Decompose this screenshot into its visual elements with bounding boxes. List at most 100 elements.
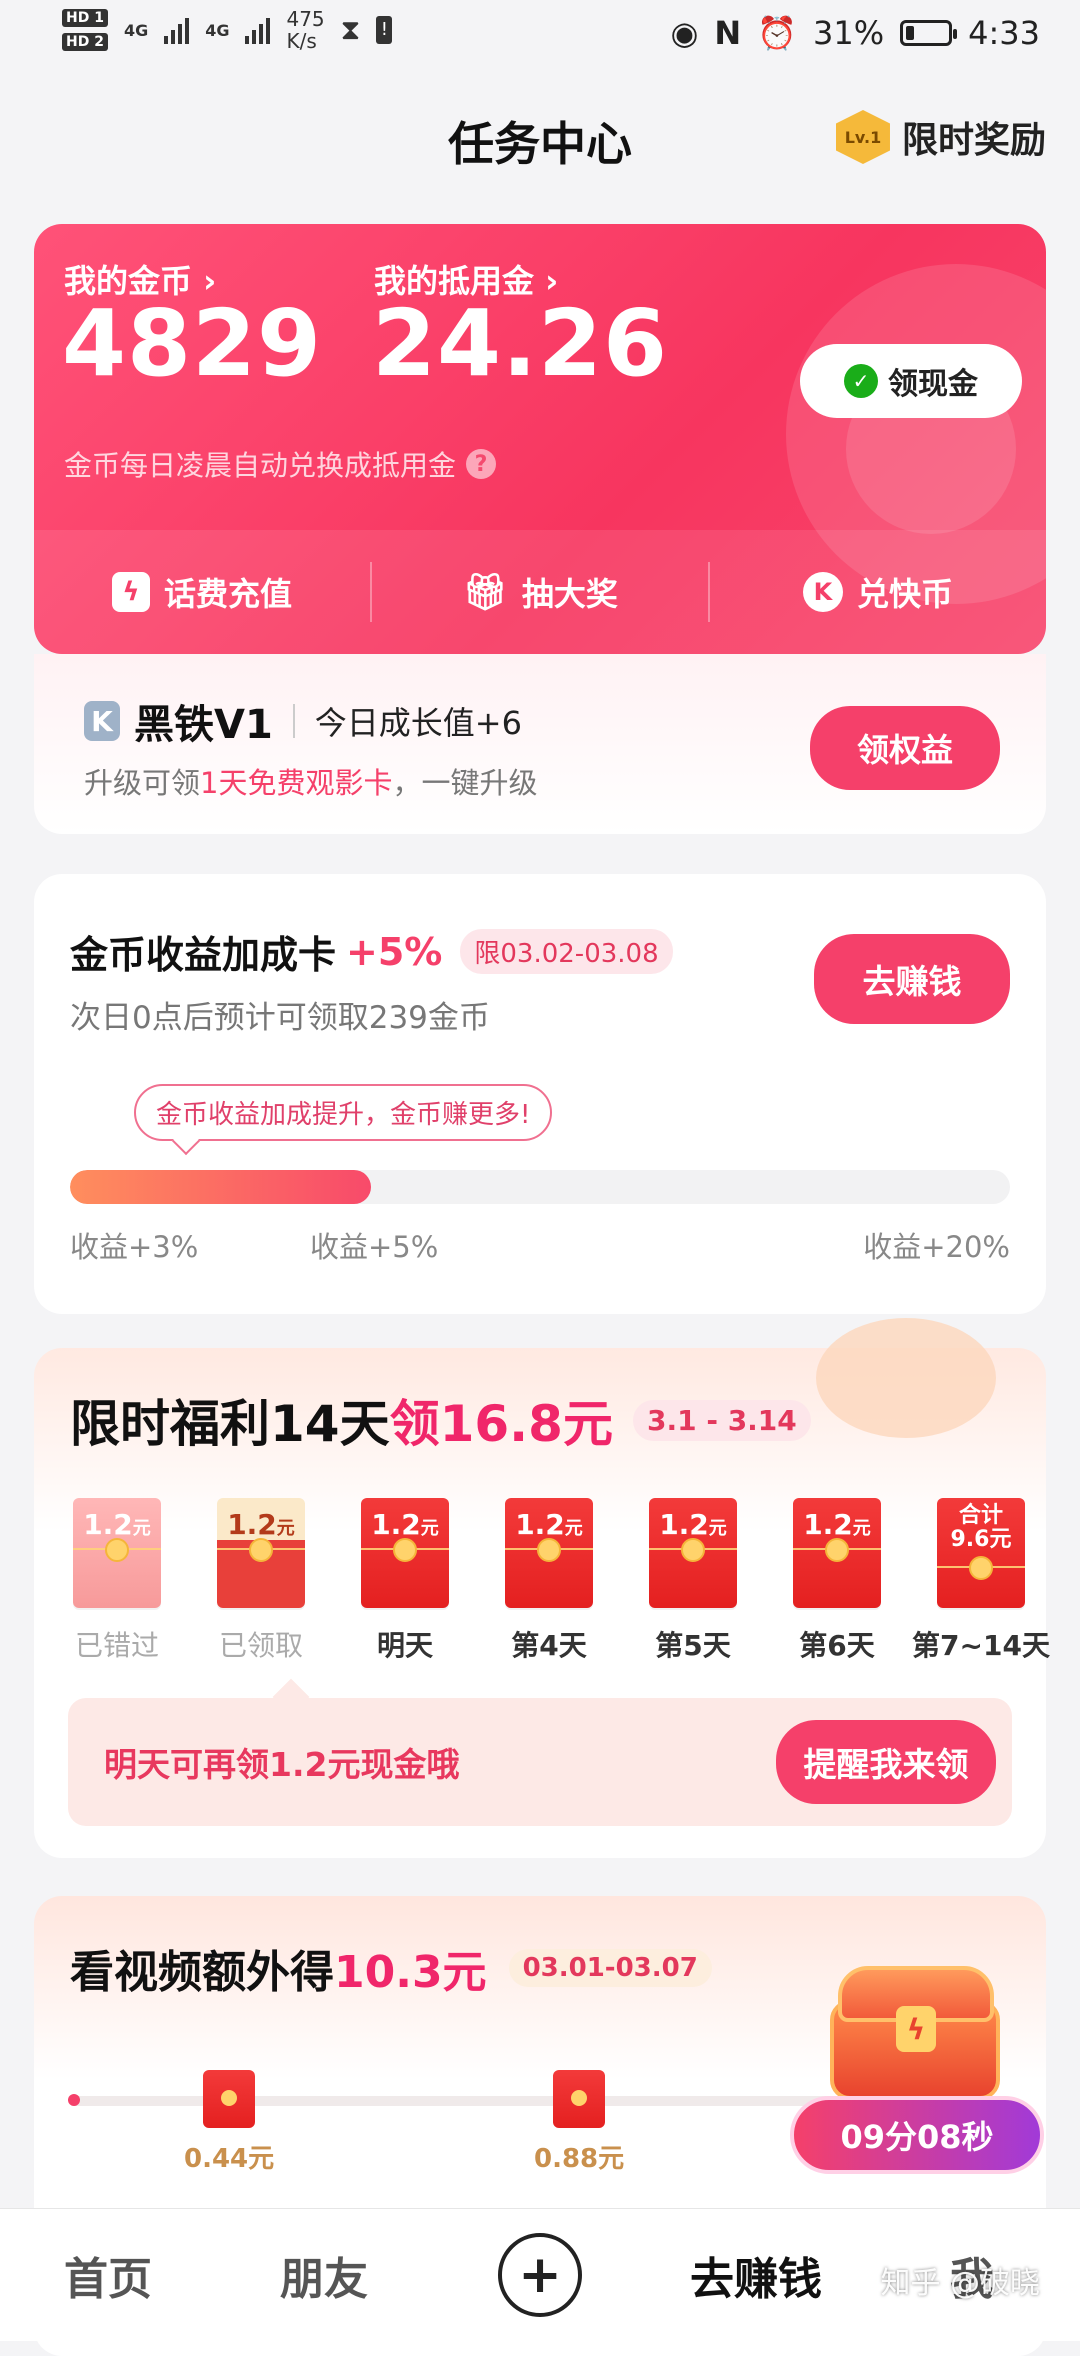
video-date-tag: 03.01-03.07 [508,1949,712,1987]
welfare-day[interactable]: 1.2元已领取 [198,1498,324,1664]
sim-indicators: HD 1 HD 2 [62,9,108,51]
eye-icon: ◉ [670,14,699,52]
video-title-amount: 10.3元 [334,1947,487,1998]
vip-growth: 今日成长值+6 [314,704,522,742]
coins-value: 4829 [62,290,323,397]
welfare-day-label: 第4天 [511,1629,587,1662]
sim2-label: HD 2 [62,33,108,51]
vip-sub-suffix: ，一键升级 [392,766,538,800]
nav-earn[interactable]: 去赚钱 [648,2243,864,2307]
alert-icon: ! [376,16,393,44]
welfare-day[interactable]: 1.2元第5天 [630,1498,756,1664]
video-reward-2[interactable]: 0.88元 [534,2070,624,2175]
envelope-amount-value: 1.2 [371,1508,421,1541]
welfare-days: 1.2元 已错过 1.2元 已领取 1.2元 明天 1.2元 第4天 1.2元 第5天 1.2元 第6… [54,1498,1050,1664]
chest-lock-icon: ϟ [896,2006,936,2052]
network-2-label: 4G [205,20,230,40]
welfare-message: 明天可再领1.2元现金哦 [104,1745,460,1784]
red-envelope-icon: 1.2元 [505,1498,593,1608]
boost-subtitle: 次日0点后预计可领取239金币 [70,1000,490,1036]
coin-icon [825,1538,849,1562]
claim-benefits-button[interactable]: 领权益 [810,706,1000,790]
battery-fill [906,26,915,40]
network-1-label: 4G [123,20,149,40]
nav-friends[interactable]: 朋友 [216,2243,432,2307]
welfare-day[interactable]: 1.2元已错过 [54,1498,180,1664]
video-reward-1-amount: 0.44元 [184,2144,275,2174]
coin-icon [105,1538,129,1562]
video-reward-1[interactable]: 0.44元 [184,2070,274,2175]
red-envelope-icon: 合计 9.6元 [937,1498,1025,1608]
boost-tick-20: 收益+20% [863,1230,1010,1264]
remind-me-button[interactable]: 提醒我来领 [776,1720,996,1804]
divider [292,704,295,738]
envelope-amount-unit: 元 [276,1518,295,1539]
boost-title-text: 金币收益加成卡 [70,933,337,977]
envelope-amount-value: 1.2 [803,1508,853,1541]
welfare-title-amount: 领16.8元 [389,1395,613,1453]
red-envelope-icon [203,2070,256,2128]
red-envelope-icon: 1.2元 [217,1498,305,1608]
k-logo-icon: K [84,701,120,741]
treasure-chest-icon[interactable]: ϟ [820,1960,1020,2110]
welfare-day-label: 第5天 [655,1629,731,1662]
video-progress-dot [68,2094,80,2106]
envelope-amount-unit: 元 [708,1518,727,1539]
vip-sub-prefix: 升级可领 [84,766,201,800]
envelope-amount-value: 1.2 [659,1508,709,1541]
go-earn-button[interactable]: 去赚钱 [814,934,1010,1024]
withdraw-cash-label: 领现金 [888,367,978,402]
red-envelope-icon: 1.2元 [361,1498,449,1608]
status-bar: HD 1 HD 2 4G 4G 475 K/s ⧗ ! ◉ N ⏰ 31% 4:… [0,0,1080,72]
alarm-icon: ⏰ [757,14,798,52]
welfare-day-label: 已错过 [74,1629,159,1662]
lottery-button[interactable]: 🎁︎ 抽大奖 [372,569,708,615]
nav-home[interactable]: 首页 [0,2243,216,2307]
withdraw-cash-button[interactable]: ✓ 领现金 [800,344,1022,418]
clock: 4:33 [968,14,1040,52]
red-envelope-icon [553,2070,606,2128]
welfare-date-tag: 3.1 - 3.14 [632,1399,811,1441]
welfare-day[interactable]: 合计 9.6元第7~14天 [912,1498,1050,1664]
welfare-day-label: 明天 [376,1629,433,1662]
boost-tick-3: 收益+3% [70,1230,199,1264]
welfare-title-text: 限时福利14天 [70,1395,390,1453]
exchange-kcoin-label: 兑快币 [856,575,953,613]
welfare-day[interactable]: 1.2元第4天 [486,1498,612,1664]
welfare-day-label: 第7~14天 [912,1629,1050,1662]
envelope-amount: 1.2元 [73,1508,161,1541]
envelope-amount-unit: 元 [852,1518,871,1539]
welfare-card: 限时福利14天 领16.8元 3.1 - 3.14 1.2元 已错过 1.2元 已领取 1… [34,1318,1050,1858]
envelope-amount: 1.2元 [649,1508,737,1541]
signal-2-icon [245,16,271,44]
chest-timer[interactable]: 09分08秒 [790,2096,1044,2174]
speed-value: 475 [286,7,325,31]
help-icon[interactable]: ? [466,449,497,479]
phone-recharge-button[interactable]: ϟ 话费充值 [34,569,370,615]
plus-icon: + [498,2233,582,2317]
boost-title: 金币收益加成卡 +5% 限03.02-03.08 [70,924,673,979]
welfare-day[interactable]: 1.2元 第6天 [774,1498,900,1664]
welfare-day[interactable]: 1.2元明天 [342,1498,468,1664]
vip-name: 黑铁V1 [134,702,273,748]
coin-icon [681,1538,705,1562]
battery-icon [900,20,958,46]
nav-plus[interactable]: + [432,2233,648,2317]
signal-1-icon [164,16,190,44]
welfare-day-label: 已领取 [218,1629,303,1662]
video-title: 看视频额外得 10.3元 03.01-03.07 [70,1936,712,2000]
coin-card: 我的金币 › 4829 我的抵用金 › 24.26 ✓ 领现金 金币每日凌晨自动… [34,224,1046,654]
limited-reward-button[interactable]: Lv.1 限时奖励 [835,110,1046,164]
envelope-amount-value: 合计 [958,1503,1003,1528]
envelope-amount: 1.2元 [793,1508,881,1541]
battery-percent: 31% [813,14,885,52]
status-right: ◉ N ⏰ 31% 4:33 [670,14,1040,52]
envelope-amount-unit: 9.6元 [950,1527,1012,1552]
boost-tip-bubble: 金币收益加成提升，金币赚更多! [134,1084,553,1141]
boost-progress-fill [70,1170,371,1204]
lottery-label: 抽大奖 [521,575,618,613]
exchange-kcoin-button[interactable]: K 兑快币 [710,569,1046,615]
envelope-amount-unit: 元 [564,1518,583,1539]
envelope-amount-value: 1.2 [83,1508,133,1541]
decorative-sun [816,1318,996,1438]
